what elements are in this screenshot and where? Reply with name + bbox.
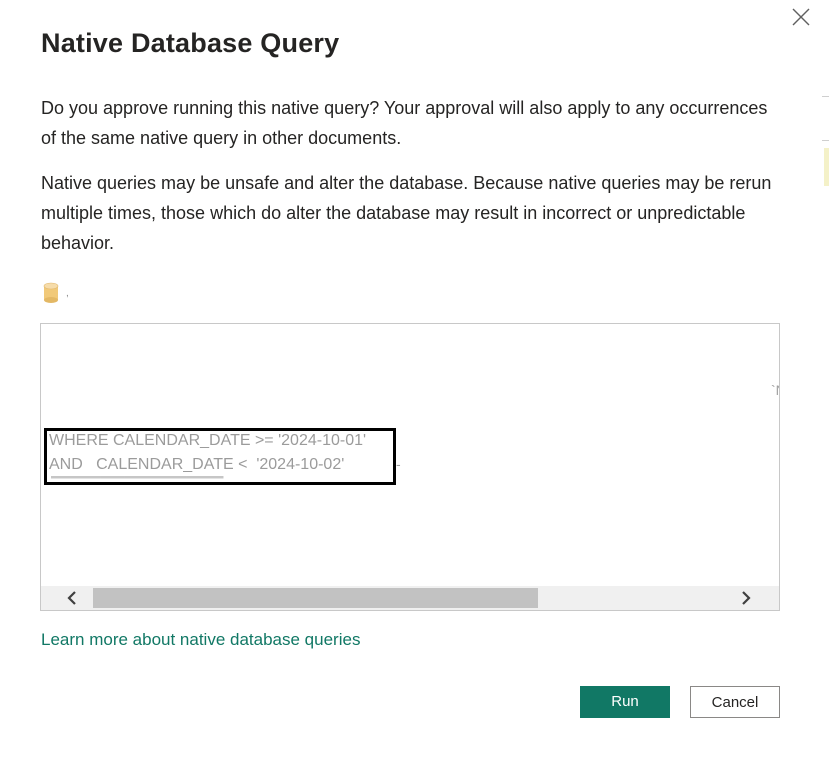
database-icon	[42, 282, 66, 304]
background-divider	[822, 140, 829, 141]
cancel-button[interactable]: Cancel	[690, 686, 780, 718]
approval-text: Do you approve running this native query…	[41, 98, 768, 148]
query-obscured-dash: -	[396, 456, 401, 472]
close-icon	[792, 8, 810, 26]
run-button[interactable]: Run	[580, 686, 670, 718]
horizontal-scrollbar[interactable]	[41, 586, 779, 610]
scrollbar-thumb[interactable]	[93, 588, 538, 608]
background-highlight	[824, 148, 829, 186]
scroll-right-icon[interactable]	[733, 586, 759, 610]
dialog-title: Native Database Query	[41, 28, 340, 58]
highlight-annotation	[44, 428, 396, 485]
warning-text: Native queries may be unsafe and alter t…	[41, 173, 772, 253]
learn-more-link[interactable]: Learn more about native database queries	[41, 630, 360, 650]
native-query-dialog: Native Database Query Do you approve run…	[0, 0, 823, 760]
query-text-area[interactable]: ▁▂▃▂▁▂▃▂▁▂▃▂▁▂ `N WHERE CALENDAR_DATE >=…	[40, 323, 780, 611]
scroll-left-icon[interactable]	[59, 586, 85, 610]
query-obscured-fragment: `N	[771, 382, 779, 398]
close-button[interactable]	[788, 4, 814, 30]
database-name-label: ,	[66, 288, 69, 299]
background-window-edge	[822, 0, 829, 760]
query-obscured-line: ▁▂▃▂▁▂▃▂▁▂▃▂▁▂	[81, 410, 341, 420]
background-divider	[822, 96, 829, 97]
